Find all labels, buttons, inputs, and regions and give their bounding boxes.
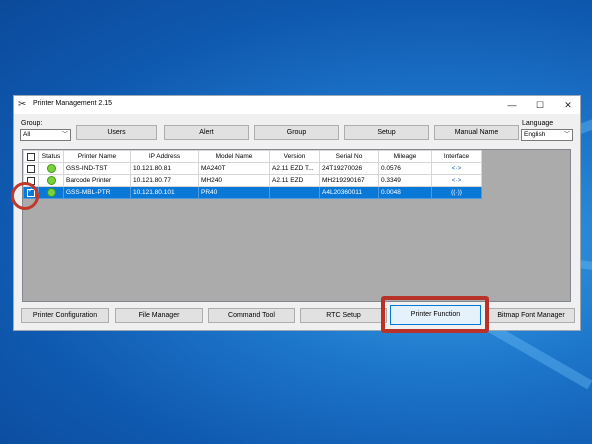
checkbox-highlight-circle — [11, 182, 39, 210]
setup-button[interactable]: Setup — [344, 125, 429, 140]
printer-grid: Status Printer Name IP Address Model Nam… — [22, 149, 571, 302]
header-version[interactable]: Version — [269, 150, 320, 163]
group-value: All — [23, 131, 31, 138]
status-cell — [38, 174, 64, 187]
model-cell: MA240T — [198, 162, 270, 175]
mileage-cell: 0.0048 — [378, 186, 432, 199]
interface-wifi-icon: ((·)) — [431, 186, 482, 199]
model-cell: PR40 — [198, 186, 270, 199]
serial-cell: MH219290167 — [319, 174, 379, 187]
group-label: Group: — [21, 120, 43, 127]
status-bulb-icon — [46, 176, 56, 185]
row-checkbox[interactable] — [27, 164, 35, 173]
version-cell: A2.11 EZD T... — [269, 162, 320, 175]
table-row[interactable]: Barcode Printer 10.121.80.77 MH240 A2.11… — [23, 174, 482, 187]
header-ip-address[interactable]: IP Address — [130, 150, 199, 163]
language-select[interactable]: English ﹀ — [521, 129, 573, 141]
version-cell — [269, 186, 320, 199]
header-printer-name[interactable]: Printer Name — [63, 150, 131, 163]
model-cell: MH240 — [198, 174, 270, 187]
table-row-selected[interactable]: GSS-MBL-PTR 10.121.80.101 PR40 A4L203600… — [23, 186, 482, 199]
printer-name-cell: GSS-IND-TST — [63, 162, 131, 175]
serial-cell: A4L20360011 — [319, 186, 379, 199]
header-serial-no[interactable]: Serial No — [319, 150, 379, 163]
title-bar: ✂ Printer Management 2.15 — ☐ ✕ — [14, 96, 580, 114]
printer-table: Status Printer Name IP Address Model Nam… — [23, 150, 482, 199]
serial-cell: 24T19270026 — [319, 162, 379, 175]
group-button[interactable]: Group — [254, 125, 339, 140]
alert-button[interactable]: Alert — [164, 125, 249, 140]
file-manager-button[interactable]: File Manager — [115, 308, 203, 323]
app-tools-icon: ✂ — [18, 99, 27, 110]
printer-configuration-button[interactable]: Printer Configuration — [21, 308, 109, 323]
select-all-checkbox[interactable] — [27, 152, 35, 161]
interface-ethernet-icon: <·> — [431, 162, 482, 175]
status-cell — [38, 162, 64, 175]
bitmap-font-manager-button[interactable]: Bitmap Font Manager — [487, 308, 575, 323]
language-value: English — [524, 131, 546, 138]
interface-ethernet-icon: <·> — [431, 174, 482, 187]
printer-name-cell: Barcode Printer — [63, 174, 131, 187]
header-status[interactable]: Status — [38, 150, 64, 163]
header-model-name[interactable]: Model Name — [198, 150, 270, 163]
row-checkbox-cell[interactable] — [23, 162, 39, 175]
table-header-row: Status Printer Name IP Address Model Nam… — [23, 150, 482, 163]
window-title: Printer Management 2.15 — [33, 100, 112, 107]
rtc-setup-button[interactable]: RTC Setup — [300, 308, 387, 323]
version-cell: A2.11 EZD — [269, 174, 320, 187]
ip-cell: 10.121.80.81 — [130, 162, 199, 175]
maximize-button[interactable]: ☐ — [526, 96, 554, 114]
select-all-header[interactable] — [23, 150, 39, 163]
status-cell — [38, 186, 64, 199]
printer-name-cell: GSS-MBL-PTR — [63, 186, 131, 199]
status-bulb-icon — [46, 188, 56, 197]
printer-management-window: ✂ Printer Management 2.15 — ☐ ✕ Group: A… — [13, 95, 581, 331]
command-tool-button[interactable]: Command Tool — [208, 308, 295, 323]
chevron-down-icon: ﹀ — [563, 132, 570, 138]
minimize-button[interactable]: — — [498, 96, 526, 114]
status-bulb-icon — [46, 164, 56, 173]
chevron-down-icon: ﹀ — [61, 132, 68, 138]
header-mileage[interactable]: Mileage — [378, 150, 432, 163]
close-button[interactable]: ✕ — [554, 96, 582, 114]
manual-name-button[interactable]: Manual Name — [434, 125, 519, 140]
users-button[interactable]: Users — [76, 125, 157, 140]
ip-cell: 10.121.80.77 — [130, 174, 199, 187]
header-interface[interactable]: Interface — [431, 150, 482, 163]
group-select[interactable]: All ﹀ — [20, 129, 71, 141]
ip-cell: 10.121.80.101 — [130, 186, 199, 199]
table-row[interactable]: GSS-IND-TST 10.121.80.81 MA240T A2.11 EZ… — [23, 162, 482, 175]
mileage-cell: 0.0576 — [378, 162, 432, 175]
language-label: Language — [522, 120, 554, 127]
mileage-cell: 0.3349 — [378, 174, 432, 187]
printer-function-highlight-box — [381, 296, 489, 333]
